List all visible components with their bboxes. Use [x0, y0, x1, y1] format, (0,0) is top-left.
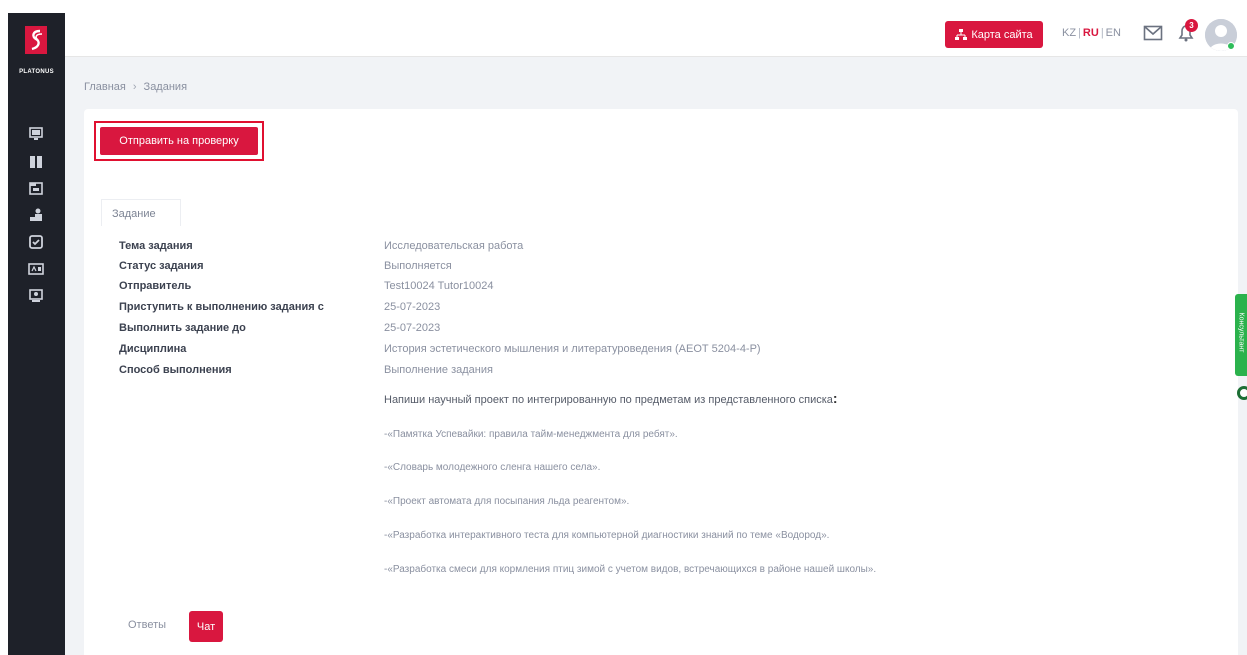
detail-label: Тема задания	[119, 240, 193, 252]
list-item: -«Разработка интерактивного теста для ко…	[384, 530, 830, 541]
tab-task[interactable]: Задание	[101, 199, 181, 226]
nav-presentation-icon[interactable]	[26, 286, 46, 306]
detail-value: История эстетического мышления и литерат…	[384, 343, 761, 355]
logo[interactable]: PLATONUS	[8, 21, 65, 81]
task-card: Отправить на проверку Задание Тема задан…	[84, 109, 1238, 655]
screen: PLATONUS Карта сайта KZ | RU | EN 3 Глав…	[0, 0, 1247, 655]
sitemap-button[interactable]: Карта сайта	[945, 21, 1043, 48]
task-description-text: Напиши научный проект по интегрированную…	[384, 394, 833, 406]
detail-value: Выполняется	[384, 260, 452, 272]
sidebar: PLATONUS	[8, 13, 65, 655]
tab-task-label: Задание	[112, 208, 156, 220]
detail-label: Статус задания	[119, 260, 204, 272]
detail-label: Выполнить задание до	[119, 322, 246, 334]
mail-icon[interactable]	[1143, 25, 1163, 41]
lang-ru[interactable]: RU	[1083, 27, 1099, 39]
lang-en[interactable]: EN	[1106, 27, 1121, 39]
nav-monitor-icon[interactable]	[26, 124, 46, 144]
submit-for-review-button[interactable]: Отправить на проверку	[100, 127, 258, 155]
tab-chat[interactable]: Чат	[189, 611, 223, 642]
task-description: Напиши научный проект по интегрированную…	[384, 390, 838, 406]
nav-grades-icon[interactable]	[26, 259, 46, 279]
list-item: -«Словарь молодежного сленга нашего села…	[384, 462, 601, 473]
top-bar: Карта сайта KZ | RU | EN 3	[65, 13, 1247, 57]
nav-folder-icon[interactable]	[26, 178, 46, 198]
language-switcher: KZ | RU | EN	[1062, 27, 1121, 39]
detail-value: Test10024 Tutor10024	[384, 280, 494, 292]
detail-value: Выполнение задания	[384, 364, 493, 376]
platonus-logo-icon	[25, 26, 47, 54]
detail-label: Приступить к выполнению задания с	[119, 301, 324, 313]
task-description-colon: :	[832, 390, 838, 406]
tab-answers[interactable]: Ответы	[128, 619, 166, 631]
app-window: PLATONUS Карта сайта KZ | RU | EN 3 Глав…	[8, 13, 1247, 655]
list-item: -«Памятка Успевайки: правила тайм-менедж…	[384, 429, 678, 440]
list-item: -«Проект автомата для посыпания льда реа…	[384, 496, 630, 507]
breadcrumb: Главная › Задания	[84, 81, 187, 93]
nav-checklist-icon[interactable]	[26, 232, 46, 252]
lang-kz[interactable]: KZ	[1062, 27, 1076, 39]
logo-text: PLATONUS	[19, 69, 54, 75]
consultant-widget-tab[interactable]: Консультант	[1235, 294, 1247, 376]
detail-value: 25-07-2023	[384, 322, 441, 334]
breadcrumb-current: Задания	[143, 81, 188, 93]
detail-value: 25-07-2023	[384, 301, 441, 313]
detail-value: Исследовательская работа	[384, 240, 524, 252]
consultant-label: Консультант	[1237, 312, 1245, 353]
detail-label: Отправитель	[119, 280, 192, 292]
detail-label: Способ выполнения	[119, 364, 232, 376]
nav-book-icon[interactable]	[26, 152, 46, 172]
breadcrumb-separator: ›	[132, 81, 137, 93]
nav-teacher-icon[interactable]	[26, 205, 46, 225]
online-status-dot	[1227, 42, 1235, 50]
sitemap-icon	[955, 28, 968, 40]
detail-label: Дисциплина	[119, 343, 187, 355]
notification-badge: 3	[1185, 19, 1198, 32]
sitemap-label: Карта сайта	[971, 28, 1033, 41]
list-item: -«Разработка смеси для кормления птиц зи…	[384, 564, 877, 575]
breadcrumb-home[interactable]: Главная	[84, 81, 126, 93]
consultant-ring-icon[interactable]	[1237, 386, 1247, 400]
